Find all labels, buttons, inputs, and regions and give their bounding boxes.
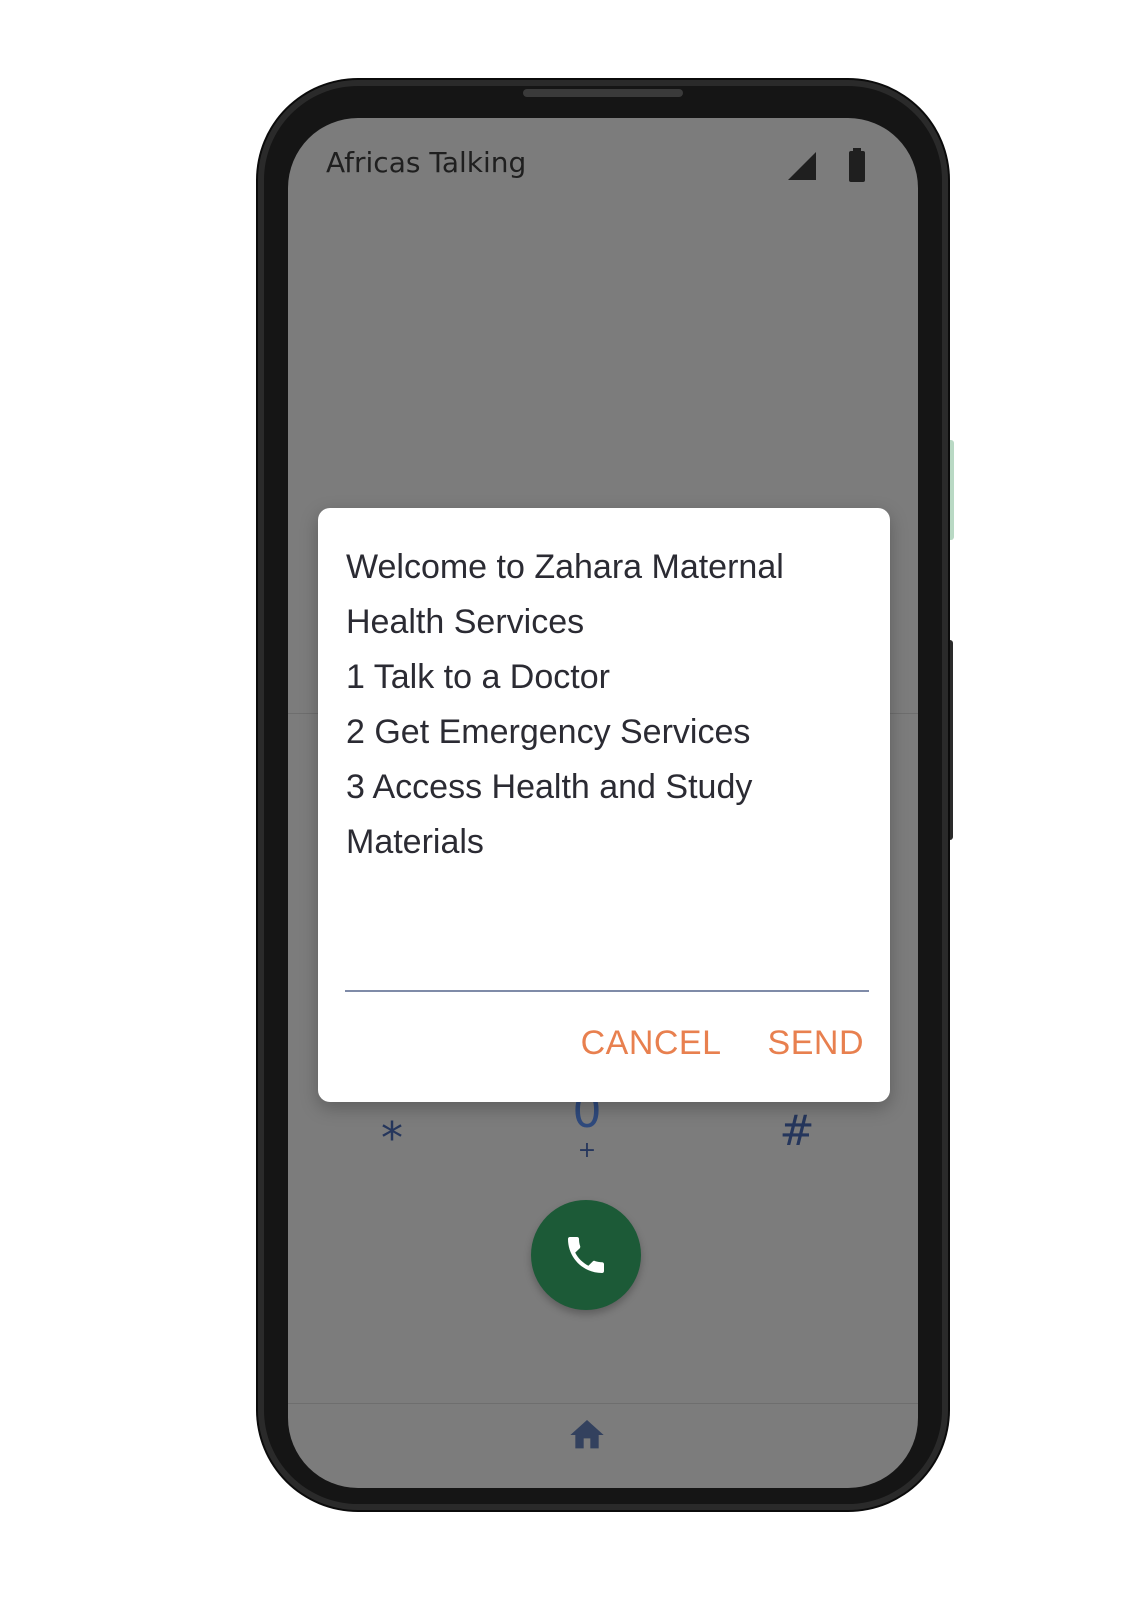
carrier-name: Africas Talking <box>326 146 527 179</box>
menu-option-3: 3 Access Health and Study <box>346 768 753 806</box>
battery-icon <box>849 148 865 182</box>
phone-icon <box>568 1237 604 1273</box>
earpiece-speaker <box>523 89 683 97</box>
message-line: Welcome to Zahara Maternal <box>346 548 784 586</box>
message-line: Materials <box>346 823 484 861</box>
keypad-key-star[interactable]: * <box>352 1113 432 1164</box>
status-bar: Africas Talking <box>288 118 918 208</box>
keypad-key-hash[interactable]: # <box>757 1106 837 1155</box>
dialog-actions: CANCEL SEND <box>581 1024 864 1074</box>
ussd-response-input[interactable] <box>345 928 869 992</box>
nav-divider <box>288 1403 918 1404</box>
call-button[interactable] <box>531 1200 641 1310</box>
home-icon[interactable] <box>567 1415 607 1455</box>
volume-button <box>947 440 954 540</box>
ussd-message: Welcome to Zahara Maternal Health Servic… <box>346 540 866 870</box>
signal-icon <box>788 152 816 180</box>
send-button[interactable]: SEND <box>768 1024 864 1074</box>
message-line: Health Services <box>346 603 585 641</box>
menu-option-2: 2 Get Emergency Services <box>346 713 751 751</box>
ussd-dialog: Welcome to Zahara Maternal Health Servic… <box>318 508 890 1102</box>
cancel-button[interactable]: CANCEL <box>581 1024 722 1074</box>
keypad-key-plus-label: + <box>577 1138 597 1163</box>
menu-option-1: 1 Talk to a Doctor <box>346 658 610 696</box>
